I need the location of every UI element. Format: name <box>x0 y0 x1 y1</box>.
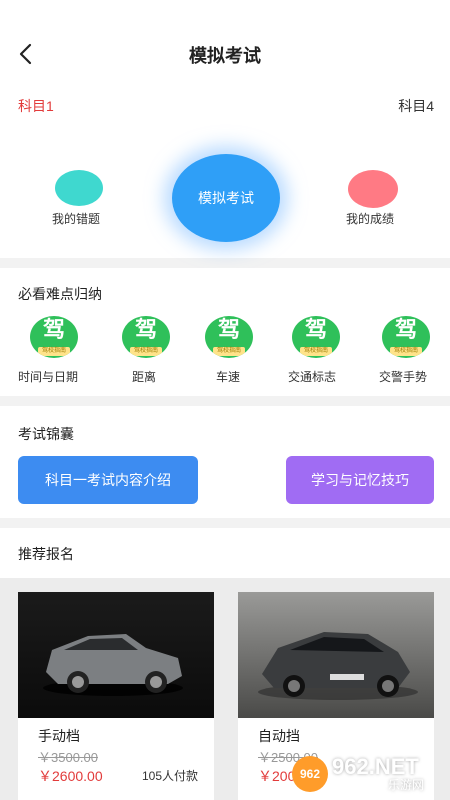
drive-icon: 驾 驾校指南 <box>30 316 78 358</box>
watermark-logo: 962 <box>292 756 328 792</box>
original-price: ￥3500.00 <box>38 750 98 765</box>
exam-tips-section: 考试锦囊 科目一考试内容介绍 学习与记忆技巧 <box>0 406 450 518</box>
subject-one-intro-button[interactable]: 科目一考试内容介绍 <box>18 456 198 504</box>
my-scores-label[interactable]: 我的成绩 <box>346 210 394 227</box>
key-points-section: 必看难点归纳 驾 驾校指南 时间与日期 驾 驾校指南 距离 驾 驾校指南 车速 … <box>0 268 450 396</box>
section-title: 必看难点归纳 <box>18 286 102 302</box>
study-tips-button[interactable]: 学习与记忆技巧 <box>286 456 434 504</box>
payer-count: 105人付款 <box>141 769 198 783</box>
site-watermark: 962 962.NET 乐游网 <box>292 752 442 794</box>
mock-exam-button[interactable]: 模拟考试 <box>172 154 280 242</box>
subject-4-tab[interactable]: 科目4 <box>398 96 434 116</box>
drive-icon: 驾 驾校指南 <box>122 316 170 358</box>
drive-icon: 驾 驾校指南 <box>205 316 253 358</box>
watermark-subtext: 乐游网 <box>388 778 425 792</box>
key-point-label: 距离 <box>132 370 157 384</box>
subject-1-tab[interactable]: 科目1 <box>18 96 54 116</box>
drive-icon: 驾 驾校指南 <box>382 316 430 358</box>
key-point-label: 车速 <box>216 370 241 384</box>
wrong-questions-label[interactable]: 我的错题 <box>52 210 100 227</box>
car-image <box>238 592 434 718</box>
section-title: 推荐报名 <box>18 546 74 562</box>
wrong-questions-button[interactable] <box>55 170 103 206</box>
course-card[interactable]: 手动档 ￥3500.00 ￥2600.00 105人付款 <box>18 592 214 800</box>
section-title: 考试锦囊 <box>18 426 74 442</box>
app-header: 模拟考试 <box>0 0 450 84</box>
page-title: 模拟考试 <box>189 46 261 66</box>
mock-exam-label: 模拟考试 <box>198 190 254 206</box>
my-scores-button[interactable] <box>348 170 398 208</box>
key-point-label: 时间与日期 <box>18 370 79 384</box>
course-name: 手动档 <box>38 728 80 744</box>
key-point-label: 交通标志 <box>288 370 337 384</box>
key-point-label: 交警手势 <box>379 370 428 384</box>
exam-panel: 科目1 科目4 我的错题 模拟考试 我的成绩 <box>0 84 450 258</box>
drive-icon: 驾 驾校指南 <box>292 316 340 358</box>
course-name: 自动挡 <box>258 728 300 744</box>
sale-price: ￥2600.00 <box>38 768 103 784</box>
car-image <box>18 592 214 718</box>
